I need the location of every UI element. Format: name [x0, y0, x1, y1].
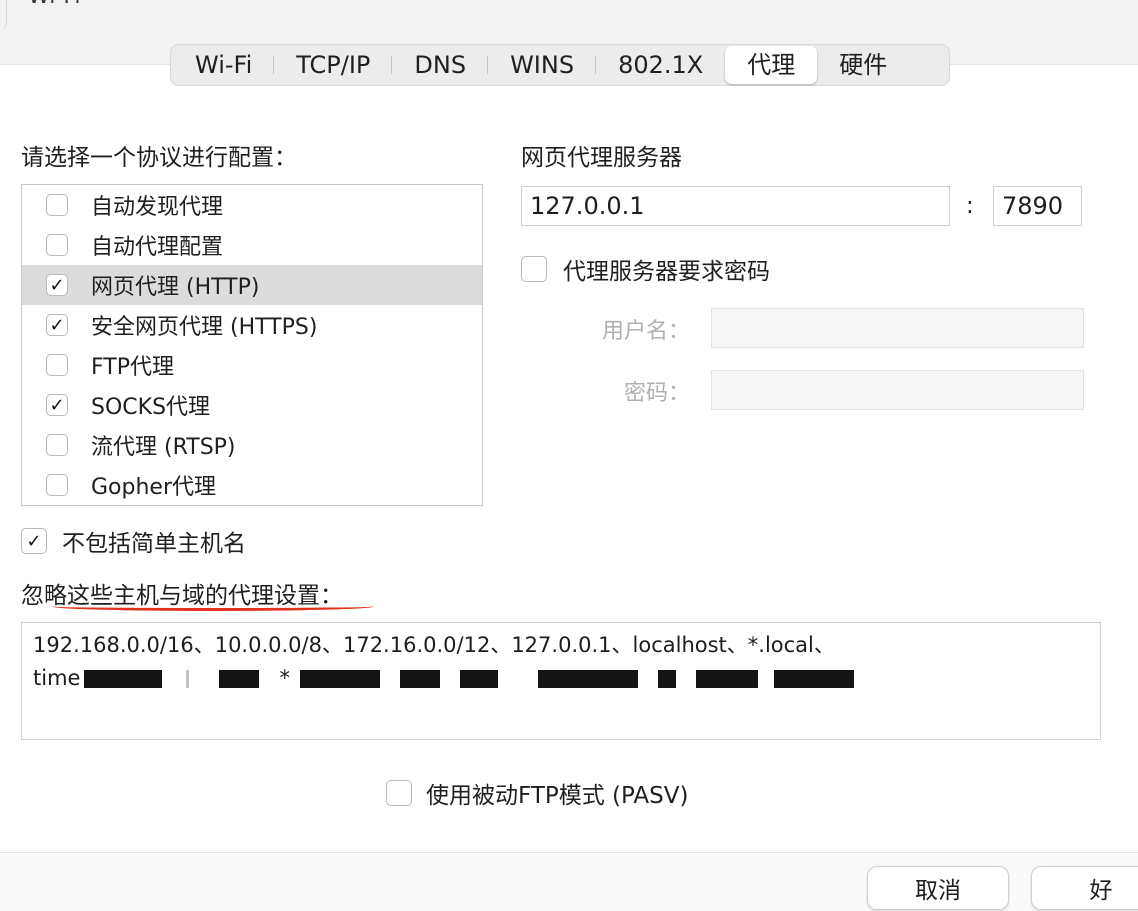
checkbox[interactable]: [46, 434, 68, 456]
protocol-label: FTP代理: [91, 355, 174, 380]
bypass-line-2: time *: [33, 662, 1089, 695]
checkbox[interactable]: [46, 394, 68, 416]
tab-wins[interactable]: WINS: [488, 46, 597, 84]
window-edge: [0, 0, 7, 30]
protocol-auto-config[interactable]: 自动代理配置: [22, 225, 482, 265]
protocol-label: Gopher代理: [91, 475, 216, 500]
redaction-block: [399, 670, 440, 688]
host-port-separator: :: [966, 193, 974, 219]
checkbox[interactable]: [46, 474, 68, 496]
require-password-row[interactable]: 代理服务器要求密码: [521, 252, 770, 286]
redaction-block: [657, 670, 676, 688]
protocol-list-heading: 请选择一个协议进行配置：: [21, 145, 297, 171]
checkbox[interactable]: [46, 314, 68, 336]
redaction-block: [219, 670, 260, 688]
passive-ftp-label: 使用被动FTP模式 (PASV): [426, 783, 689, 809]
password-label: 密码：: [623, 381, 690, 406]
cancel-button[interactable]: 取消: [867, 866, 1009, 910]
protocol-gopher[interactable]: Gopher代理: [22, 465, 482, 505]
protocol-label: 自动代理配置: [91, 235, 224, 260]
redaction-block: [537, 670, 638, 688]
username-label: 用户名：: [601, 319, 690, 344]
bypass-line-2-star: *: [279, 666, 290, 690]
tab-bar: Wi-Fi TCP/IP DNS WINS 802.1X 代理 硬件: [170, 44, 950, 86]
protocol-auto-discovery[interactable]: 自动发现代理: [22, 185, 482, 225]
proxy-server-heading: 网页代理服务器: [521, 145, 682, 171]
checkbox[interactable]: [46, 234, 68, 256]
username-input[interactable]: [711, 308, 1084, 348]
annotation-underline: [52, 602, 374, 611]
redaction-block: [695, 670, 758, 688]
password-input[interactable]: [711, 370, 1084, 410]
tab-8021x[interactable]: 802.1X: [596, 46, 725, 84]
require-password-checkbox[interactable]: [521, 256, 547, 282]
protocol-https[interactable]: 安全网页代理 (HTTPS): [22, 305, 482, 345]
protocol-label: 自动发现代理: [91, 195, 224, 220]
exclude-simple-hostnames-label: 不包括简单主机名: [62, 531, 246, 557]
protocol-label: SOCKS代理: [91, 395, 211, 420]
tab-hardware[interactable]: 硬件: [817, 46, 909, 84]
protocol-label: 流代理 (RTSP): [91, 435, 236, 460]
redaction-block: [299, 670, 380, 688]
passive-ftp-row[interactable]: 使用被动FTP模式 (PASV): [386, 776, 688, 810]
window-title: Wi-Fi: [28, 0, 81, 9]
protocol-list: 自动发现代理 自动代理配置 网页代理 (HTTP) 安全网页代理 (HTTPS)…: [21, 184, 483, 506]
tab-dns[interactable]: DNS: [392, 46, 488, 84]
protocol-ftp[interactable]: FTP代理: [22, 345, 482, 385]
tab-tcpip[interactable]: TCP/IP: [274, 46, 393, 84]
checkbox[interactable]: [46, 274, 68, 296]
proxy-port-input[interactable]: 7890: [993, 186, 1082, 226]
tab-wifi[interactable]: Wi-Fi: [173, 46, 275, 84]
redaction-block: [773, 670, 854, 688]
redaction-block: [186, 670, 190, 688]
tab-proxies[interactable]: 代理: [725, 46, 818, 84]
passive-ftp-checkbox[interactable]: [386, 780, 412, 806]
exclude-simple-hostnames-checkbox[interactable]: [21, 528, 47, 554]
protocol-label: 安全网页代理 (HTTPS): [91, 315, 318, 340]
proxy-host-input[interactable]: 127.0.0.1: [521, 186, 950, 226]
protocol-rtsp[interactable]: 流代理 (RTSP): [22, 425, 482, 465]
checkbox[interactable]: [46, 194, 68, 216]
bypass-line-1: 192.168.0.0/16、10.0.0.0/8、172.16.0.0/12、…: [33, 633, 835, 657]
protocol-socks[interactable]: SOCKS代理: [22, 385, 482, 425]
require-password-label: 代理服务器要求密码: [563, 259, 770, 285]
protocol-label: 网页代理 (HTTP): [91, 275, 260, 300]
bypass-line-2-prefix: time: [33, 666, 81, 690]
bypass-hosts-textarea[interactable]: 192.168.0.0/16、10.0.0.0/8、172.16.0.0/12、…: [21, 622, 1101, 740]
checkbox[interactable]: [46, 354, 68, 376]
protocol-http[interactable]: 网页代理 (HTTP): [22, 265, 482, 305]
exclude-simple-hostnames-row[interactable]: 不包括简单主机名: [21, 524, 246, 558]
redaction-block: [84, 670, 163, 688]
redaction-block: [459, 670, 498, 688]
ok-button[interactable]: 好: [1031, 866, 1138, 910]
